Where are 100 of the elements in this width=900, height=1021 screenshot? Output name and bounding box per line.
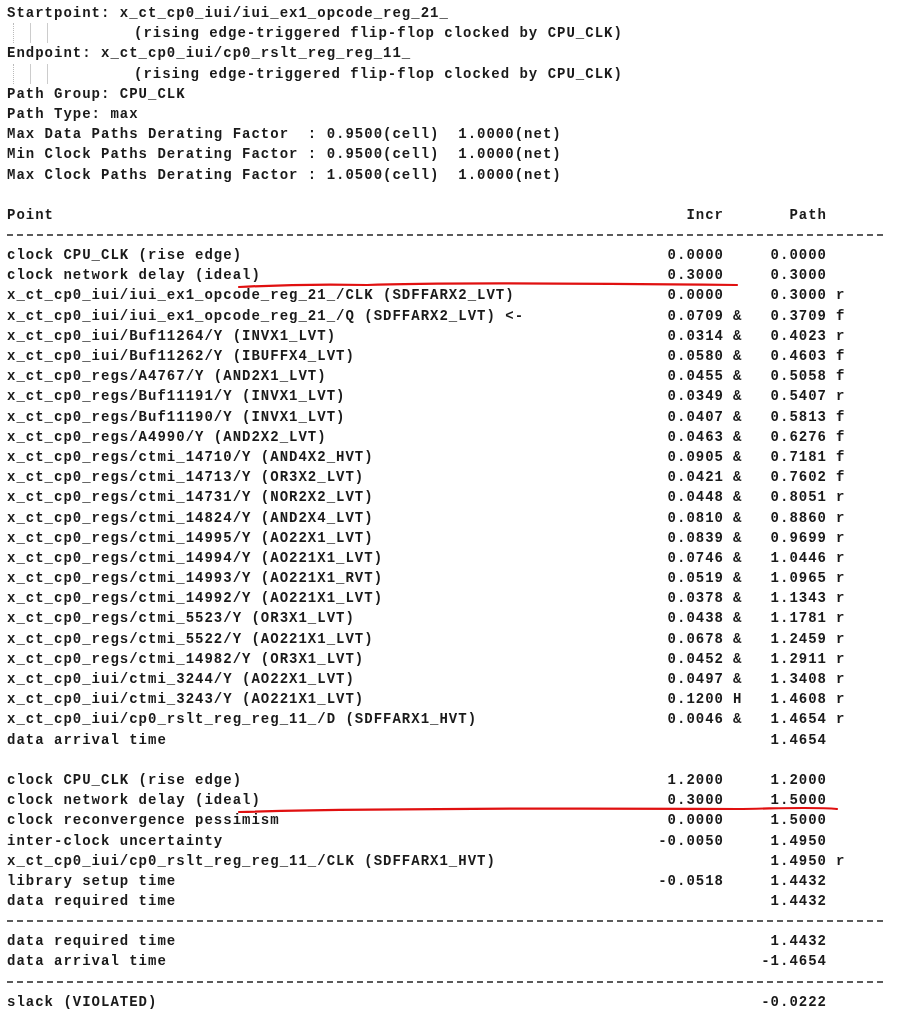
incr-cell-text: 0.0709 xyxy=(667,306,724,326)
incr-cell-text: 0.0349 xyxy=(667,387,724,407)
path-flag-text: r xyxy=(835,387,847,407)
path-cell-text: 0.6276 xyxy=(770,427,827,447)
point-cell-text: x_ct_cp0_iui/cp0_rslt_reg_reg_11_/D (SDFFARX1_HVT) xyxy=(7,710,478,730)
point-cell-text: x_ct_cp0_regs/ctmi_14731/Y (NOR2X2_LVT) xyxy=(7,488,374,508)
path-cell-text: 0.3000 xyxy=(770,266,827,286)
path-flag-text: r xyxy=(835,528,847,548)
column-header: Incr xyxy=(686,205,724,225)
incr-cell-text: -0.0050 xyxy=(658,831,724,851)
path-flag-text: r xyxy=(835,286,847,306)
point-cell-text: x_ct_cp0_regs/Buf11190/Y (INVX1_LVT) xyxy=(7,407,346,427)
path-cell-text: 0.0000 xyxy=(770,246,827,266)
incr-flag-text: & xyxy=(732,528,744,548)
incr-cell-text: 0.0839 xyxy=(667,528,724,548)
incr-cell-text: 0.0448 xyxy=(667,488,724,508)
path-flag-text: f xyxy=(835,367,847,387)
point-cell-text: inter-clock uncertainty xyxy=(7,831,224,851)
report-line: Path Group: CPU_CLK xyxy=(7,84,186,104)
incr-flag-text: & xyxy=(732,347,744,366)
path-cell-text: 1.4654 xyxy=(770,710,827,730)
incr-cell-text: 0.1200 xyxy=(667,690,724,710)
incr-cell-text: 0.0378 xyxy=(667,589,724,609)
incr-flag-text: & xyxy=(732,508,744,528)
point-cell-text: x_ct_cp0_iui/ctmi_3244/Y (AO22X1_LVT) xyxy=(7,670,355,689)
path-cell-text: 0.3000 xyxy=(770,286,827,306)
incr-cell-text: 0.3000 xyxy=(667,266,724,286)
path-cell-text: -0.0222 xyxy=(761,992,827,1012)
path-cell-text: 0.4603 xyxy=(770,347,827,366)
path-cell-text: 1.2000 xyxy=(770,770,827,790)
path-flag-text: r xyxy=(835,589,847,609)
path-flag-text: r xyxy=(835,508,847,528)
path-flag-text: r xyxy=(835,326,847,346)
path-cell-text: 0.3709 xyxy=(770,306,827,326)
path-cell-text: 1.5000 xyxy=(770,791,827,811)
report-line: Min Clock Paths Derating Factor : 0.9500(cell) 1.0000(net) xyxy=(7,145,562,165)
path-cell-text: 1.5000 xyxy=(770,811,827,831)
path-flag-text: f xyxy=(835,347,847,366)
path-cell-text: 0.4023 xyxy=(770,326,827,346)
path-cell-text: 0.5407 xyxy=(770,387,827,407)
incr-cell-text: 0.0000 xyxy=(667,286,724,306)
path-cell-text: 1.4950 xyxy=(770,851,827,871)
path-flag-text: r xyxy=(835,488,847,508)
point-cell-text: x_ct_cp0_regs/ctmi_14713/Y (OR3X2_LVT) xyxy=(7,468,365,488)
path-flag-text: f xyxy=(835,427,847,447)
incr-flag-text: & xyxy=(732,387,744,407)
point-cell-text: library setup time xyxy=(7,871,177,891)
point-cell-text: x_ct_cp0_iui/ctmi_3243/Y (AO221X1_LVT) xyxy=(7,690,365,710)
path-flag-text: f xyxy=(835,407,847,427)
incr-flag-text: & xyxy=(732,609,744,629)
incr-cell-text: 0.0519 xyxy=(667,569,724,589)
path-cell-text: 0.5813 xyxy=(770,407,827,427)
path-cell-text: 0.7181 xyxy=(770,447,827,467)
report-line: Endpoint: x_ct_cp0_iui/cp0_rslt_reg_reg_11_ xyxy=(7,44,412,64)
point-cell-text: x_ct_cp0_regs/A4990/Y (AND2X2_LVT) xyxy=(7,427,327,447)
incr-cell-text: 0.0678 xyxy=(667,629,724,649)
path-flag-text: f xyxy=(835,468,847,488)
incr-flag-text: & xyxy=(732,548,744,568)
path-cell-text: 0.9699 xyxy=(770,528,827,548)
path-cell-text: 1.4950 xyxy=(770,831,827,851)
incr-cell-text: 0.0407 xyxy=(667,407,724,427)
incr-cell-text: 0.0455 xyxy=(667,367,724,387)
report-line: Max Clock Paths Derating Factor : 1.0500(cell) 1.0000(net) xyxy=(7,165,562,185)
path-flag-text: r xyxy=(835,690,847,710)
path-flag-text: f xyxy=(835,447,847,467)
path-flag-text: r xyxy=(835,670,847,689)
point-cell-text: x_ct_cp0_iui/cp0_rslt_reg_reg_11_/CLK (SDFFARX1_HVT) xyxy=(7,851,496,871)
report-line: (rising edge-triggered flip-flop clocked by CPU_CLK) xyxy=(134,64,623,84)
path-cell-text: 1.0965 xyxy=(770,569,827,589)
point-cell-text: x_ct_cp0_regs/ctmi_14993/Y (AO221X1_RVT) xyxy=(7,569,384,589)
point-cell-text: data required time xyxy=(7,892,177,912)
point-cell-text: x_ct_cp0_iui/Buf11264/Y (INVX1_LVT) xyxy=(7,326,337,346)
report-line: Path Type: max xyxy=(7,104,139,124)
incr-cell-text: 0.0314 xyxy=(667,326,724,346)
path-flag-text: r xyxy=(835,609,847,629)
incr-cell-text: 0.0463 xyxy=(667,427,724,447)
incr-flag-text: & xyxy=(732,569,744,589)
incr-cell-text: 0.3000 xyxy=(667,791,724,811)
path-cell-text: 1.4432 xyxy=(770,892,827,912)
path-cell-text: 1.1781 xyxy=(770,609,827,629)
point-cell-text: x_ct_cp0_regs/ctmi_14710/Y (AND4X2_HVT) xyxy=(7,447,374,467)
report-line: (rising edge-triggered flip-flop clocked by CPU_CLK) xyxy=(134,24,623,44)
incr-cell-text: 0.0810 xyxy=(667,508,724,528)
path-flag-text: r xyxy=(835,548,847,568)
path-flag-text: r xyxy=(835,851,847,871)
incr-cell-text: 1.2000 xyxy=(667,770,724,790)
incr-flag-text: & xyxy=(732,306,744,326)
point-cell-text: x_ct_cp0_regs/ctmi_5523/Y (OR3X1_LVT) xyxy=(7,609,355,629)
path-flag-text: r xyxy=(835,710,847,730)
path-cell-text: 1.1343 xyxy=(770,589,827,609)
incr-cell-text: 0.0000 xyxy=(667,246,724,266)
column-header: Path xyxy=(789,205,827,225)
path-cell-text: -1.4654 xyxy=(761,952,827,972)
incr-flag-text: & xyxy=(732,367,744,387)
path-cell-text: 1.4608 xyxy=(770,690,827,710)
path-flag-text: r xyxy=(835,629,847,649)
point-cell-text: data required time xyxy=(7,932,177,952)
point-cell-text: x_ct_cp0_regs/Buf11191/Y (INVX1_LVT) xyxy=(7,387,346,407)
incr-flag-text: & xyxy=(732,589,744,609)
path-flag-text: r xyxy=(835,569,847,589)
